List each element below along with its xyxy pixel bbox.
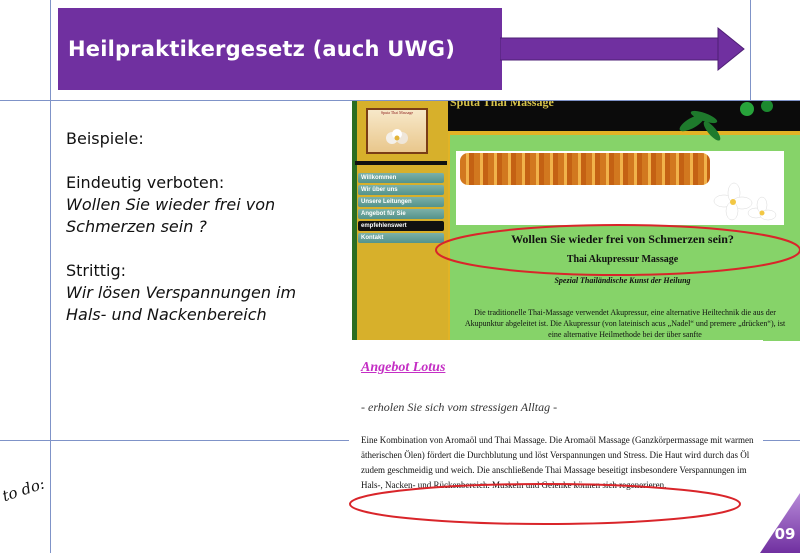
- website-logo-text: Sputa Thai Massage: [380, 110, 414, 115]
- forbidden-example-line-2: Schmerzen sein ?: [66, 217, 207, 236]
- forbidden-example-line-1: Wollen Sie wieder frei von: [66, 195, 276, 214]
- forbidden-label: Eindeutig verboten:: [66, 173, 225, 192]
- page-corner-triangle: [760, 493, 800, 553]
- website-left-strip: [352, 101, 357, 341]
- website-nav-item-kontakt[interactable]: Kontakt: [358, 233, 444, 243]
- website-screenshot-angebot-lotus: Angebot Lotus - erholen Sie sich vom str…: [349, 340, 763, 553]
- angebot-lotus-text: Eine Kombination von Aromaöl und Thai Ma…: [361, 435, 754, 490]
- disputed-label: Strittig:: [66, 261, 126, 280]
- website-header-text: Sputa Thai Massage: [450, 101, 554, 109]
- website-screenshot-thai-massage: Sputa Thai Massage Sputa Thai Massage Wi…: [352, 101, 800, 341]
- slide-title-banner: Heilpraktikergesetz (auch UWG): [58, 8, 502, 90]
- examples-label: Beispiele:: [66, 129, 144, 148]
- flower-icon: [386, 129, 408, 144]
- disputed-example-line-2: Hals- und Nackenbereich: [66, 305, 267, 324]
- todo-label: to do:: [0, 474, 47, 506]
- slide-body-text: Beispiele: Eindeutig verboten: Wollen Si…: [66, 128, 336, 326]
- website-logo: Sputa Thai Massage: [366, 108, 428, 154]
- website-paragraph: Die traditionelle Thai-Massage verwendet…: [464, 308, 786, 339]
- website-nav-item-empfehlenswert[interactable]: empfehlenswert: [358, 221, 444, 231]
- website-tagline: Spezial Thailändische Kunst der Heilung: [554, 276, 691, 285]
- slide-title: Heilpraktikergesetz (auch UWG): [68, 37, 456, 61]
- plumeria-flower-icon: [713, 182, 777, 221]
- disputed-example-line-1: Wir lösen Verspannungen im: [66, 283, 297, 302]
- grid-line-vertical-left: [50, 0, 51, 553]
- title-arrow-icon: [500, 26, 745, 72]
- website-ornament-image: [460, 153, 710, 185]
- angebot-lotus-subtitle: - erholen Sie sich vom stressigen Alltag…: [361, 400, 558, 414]
- website-nav-item-unsere-leitungen[interactable]: Unsere Leitungen: [358, 197, 444, 207]
- angebot-lotus-title[interactable]: Angebot Lotus: [361, 360, 445, 376]
- website-nav-item-angebot[interactable]: Angebot für Sie: [358, 209, 444, 219]
- page-number: 09: [774, 525, 796, 543]
- website-subheadline: Thai Akupressur Massage: [566, 254, 679, 265]
- website-nav-item-willkommen[interactable]: Willkommen: [358, 173, 444, 183]
- website-headline: Wollen Sie wieder frei von Schmerzen sei…: [511, 232, 734, 246]
- palm-leaf-icon: [679, 101, 773, 141]
- website-divider: [355, 161, 447, 165]
- website-nav-menu: Willkommen Wir über uns Unsere Leitungen…: [358, 173, 444, 245]
- website-nav-item-wir-ueber-uns[interactable]: Wir über uns: [358, 185, 444, 195]
